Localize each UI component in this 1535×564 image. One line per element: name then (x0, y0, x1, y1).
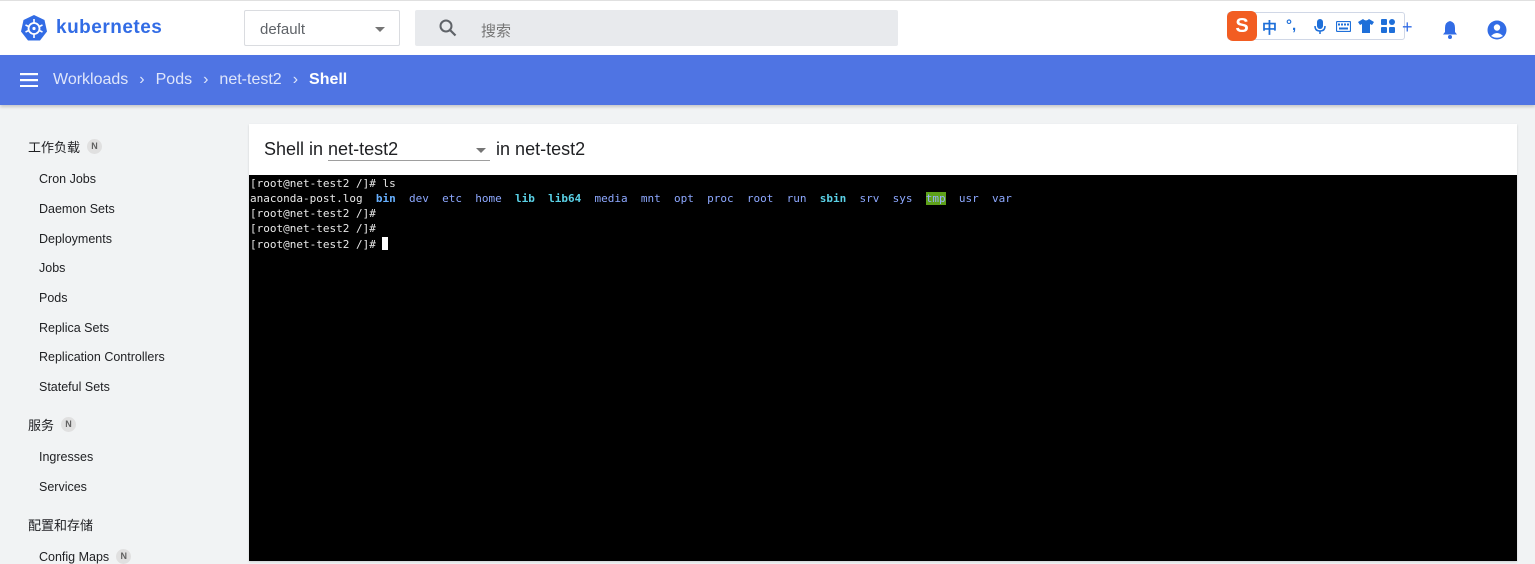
breadcrumb-current: Shell (309, 71, 348, 88)
shell-card: Shell in net-test2 in net-test2 [root@ne… (249, 124, 1517, 561)
ls-entry: proc (707, 192, 734, 205)
namespaced-badge: N (116, 549, 132, 564)
terminal-prompt: [root@net-test2 /]# (250, 238, 376, 251)
logo[interactable]: kubernetes (20, 14, 162, 42)
sidebar-section-label: 配置和存储 (28, 518, 94, 533)
ls-entry: mnt (640, 192, 661, 205)
sidebar-section-services[interactable]: 服务 N (28, 415, 77, 434)
terminal-ls-output: anaconda-post.log bin dev etc home lib l… (250, 191, 1012, 206)
ime-punct[interactable]: °, (1286, 17, 1296, 34)
namespace-select[interactable]: default (244, 10, 400, 46)
ls-entry: opt (673, 192, 694, 205)
keyboard-icon[interactable] (1336, 21, 1351, 32)
ls-entry: lib (514, 192, 535, 205)
breadcrumb-pod[interactable]: net-test2 (219, 71, 281, 89)
terminal-prompt: [root@net-test2 /]# (250, 177, 376, 190)
ls-entry: anaconda-post.log (250, 192, 363, 205)
menu-icon[interactable] (20, 73, 38, 87)
terminal-line: [root@net-test2 /]# (250, 221, 376, 236)
ls-entry: home (475, 192, 502, 205)
namespaced-badge: N (61, 417, 77, 432)
terminal-prompt: [root@net-test2 /]# (250, 222, 376, 235)
terminal-line: [root@net-test2 /]# (250, 237, 389, 252)
account-icon[interactable] (1487, 20, 1507, 40)
sidebar-item-label: Config Maps (39, 549, 110, 564)
container-select[interactable]: net-test2 (328, 139, 491, 161)
sidebar-item-services[interactable]: Services (39, 480, 87, 494)
terminal-prompt: [root@net-test2 /]# (250, 207, 376, 220)
ls-entry: dev (408, 192, 429, 205)
sidebar-item-pods[interactable]: Pods (39, 291, 68, 305)
create-plus-icon[interactable]: + (1402, 17, 1413, 38)
ls-entry: tmp (925, 192, 946, 205)
sidebar-item-ingresses[interactable]: Ingresses (39, 450, 93, 464)
chevron-right-icon: › (292, 71, 299, 88)
sidebar-section-config-storage[interactable]: 配置和存储 (28, 515, 93, 534)
sidebar-item-deployments[interactable]: Deployments (39, 232, 112, 246)
sidebar-item-jobs[interactable]: Jobs (39, 261, 65, 275)
chevron-down-icon (375, 27, 385, 32)
terminal-command: ls (375, 177, 396, 190)
chevron-right-icon: › (203, 71, 209, 88)
ls-entry: sbin (819, 192, 847, 205)
shell-card-header: Shell in net-test2 in net-test2 (249, 124, 1517, 174)
sidebar-item-cron-jobs[interactable]: Cron Jobs (39, 172, 96, 186)
breadcrumb-bar: Workloads › Pods › net-test2 › Shell (0, 55, 1535, 105)
chevron-down-icon (476, 148, 487, 153)
terminal[interactable]: [root@net-test2 /]# ls anaconda-post.log… (249, 175, 1517, 561)
terminal-cursor (382, 237, 389, 250)
search-icon (439, 19, 457, 37)
terminal-line: [root@net-test2 /]# (250, 206, 376, 221)
skin-shirt-icon[interactable] (1358, 19, 1374, 33)
chevron-right-icon: › (139, 71, 145, 88)
sidebar-item-daemon-sets[interactable]: Daemon Sets (39, 202, 115, 216)
terminal-line: [root@net-test2 /]# ls (250, 176, 396, 191)
container-select-value: net-test2 (328, 139, 399, 159)
ls-entry: var (991, 192, 1012, 205)
search-placeholder: 搜索 (481, 23, 512, 40)
top-bar: kubernetes default 搜索 S 中 °, + (0, 0, 1535, 55)
ls-entry: sys (892, 192, 913, 205)
microphone-icon[interactable] (1314, 19, 1326, 35)
sidebar-item-replication-controllers[interactable]: Replication Controllers (39, 350, 165, 364)
breadcrumb-pods[interactable]: Pods (156, 71, 192, 89)
namespaced-badge: N (87, 139, 103, 154)
sidebar-item-replica-sets[interactable]: Replica Sets (39, 321, 109, 335)
namespace-value: default (260, 21, 306, 38)
sidebar-section-workloads[interactable]: 工作负载 N (28, 137, 103, 156)
breadcrumb: Workloads › Pods › net-test2 › Shell (53, 71, 347, 89)
ls-entry: media (594, 192, 628, 205)
app-title: kubernetes (56, 17, 163, 38)
breadcrumb-workloads[interactable]: Workloads (53, 71, 128, 89)
toolbox-grid-icon[interactable] (1381, 19, 1395, 33)
shell-title-prefix: Shell in (264, 139, 324, 159)
ime-mode[interactable]: 中 (1262, 17, 1277, 38)
shell-title-suffix: in net-test2 (496, 139, 586, 159)
ls-entry: etc (442, 192, 462, 205)
sidebar: 工作负载 N Cron Jobs Daemon Sets Deployments… (0, 106, 240, 564)
ls-entry: usr (958, 192, 979, 205)
ls-entry: lib64 (548, 192, 582, 205)
ime-toolbar[interactable]: S 中 °, (1227, 11, 1405, 41)
ls-entry: run (786, 192, 807, 205)
kubernetes-logo-icon (21, 15, 47, 41)
sidebar-item-stateful-sets[interactable]: Stateful Sets (39, 380, 110, 394)
ls-entry: srv (859, 192, 880, 205)
sidebar-section-label: 服务 (28, 418, 55, 433)
sidebar-item-config-maps[interactable]: Config Maps N (39, 549, 132, 564)
sidebar-section-label: 工作负载 (28, 140, 81, 155)
ls-entry: root (746, 192, 774, 205)
ls-entry: bin (375, 192, 396, 205)
search-input[interactable]: 搜索 (415, 10, 898, 46)
notifications-bell-icon[interactable] (1441, 20, 1459, 39)
ime-logo: S (1227, 11, 1257, 41)
